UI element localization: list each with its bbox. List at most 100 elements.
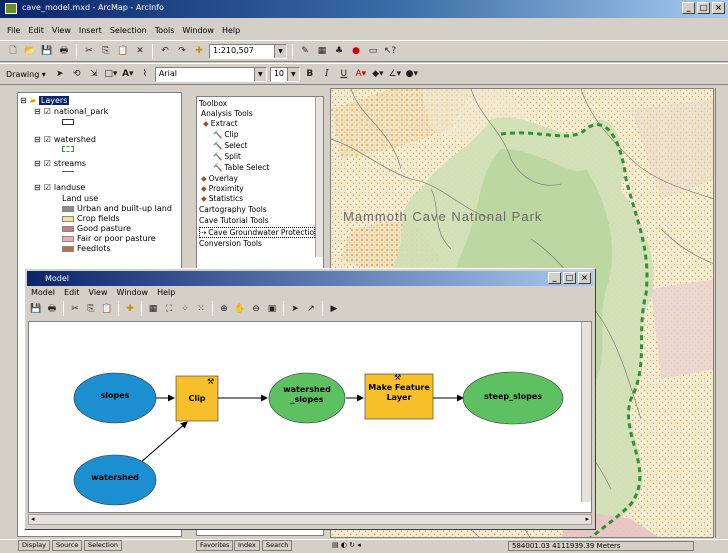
checkbox-icon[interactable]: ☑ bbox=[44, 107, 51, 116]
pan-icon[interactable]: ✋ bbox=[233, 302, 247, 316]
toolbox-item[interactable]: Proximity bbox=[209, 184, 244, 193]
collapse-icon[interactable]: ⊟ bbox=[34, 159, 41, 168]
collapse-icon[interactable]: ⊟ bbox=[34, 107, 41, 116]
add-data-icon[interactable]: ✚ bbox=[192, 44, 206, 58]
auto-layout-icon[interactable]: ▦ bbox=[146, 302, 160, 316]
catalog-icon[interactable]: ♣ bbox=[332, 44, 346, 58]
overview-icon[interactable]: ▣ bbox=[265, 302, 279, 316]
zoom-page-icon[interactable]: ⇲ bbox=[87, 67, 101, 81]
toolbox-item[interactable]: Table Select bbox=[224, 163, 269, 172]
command-line-icon[interactable]: ▭ bbox=[366, 44, 380, 58]
menu-file[interactable]: File bbox=[7, 26, 20, 35]
model-close-button[interactable]: × bbox=[578, 272, 591, 284]
menu-edit[interactable]: Edit bbox=[28, 26, 44, 35]
toolbox-item[interactable]: Clip bbox=[224, 130, 238, 139]
cut-icon[interactable]: ✂ bbox=[68, 302, 82, 316]
collapse-icon[interactable]: ⊟ bbox=[34, 183, 41, 192]
toolbox-item[interactable]: Split bbox=[224, 152, 241, 161]
open-icon[interactable]: 📂 bbox=[23, 44, 37, 58]
drawing-menu[interactable]: Drawing ▾ bbox=[6, 70, 46, 79]
zoom-out-icon[interactable]: ⊖ bbox=[249, 302, 263, 316]
tab-search[interactable]: Search bbox=[262, 540, 293, 551]
chevron-down-icon[interactable]: ▼ bbox=[286, 67, 299, 81]
checkbox-icon[interactable]: ☑ bbox=[44, 183, 51, 192]
spline-text-icon[interactable]: ⌇ bbox=[138, 67, 152, 81]
table-icon[interactable]: ▦ bbox=[315, 44, 329, 58]
delete-icon[interactable]: ✕ bbox=[133, 44, 147, 58]
tab-favorites[interactable]: Favorites bbox=[196, 540, 234, 551]
model-minimize-button[interactable]: _ bbox=[548, 272, 561, 284]
model-horizontal-scrollbar[interactable]: ◂ ▸ bbox=[28, 514, 592, 525]
layer-landuse[interactable]: landuse bbox=[54, 183, 85, 192]
cut-icon[interactable]: ✂ bbox=[82, 44, 96, 58]
chevron-down-icon[interactable]: ▼ bbox=[253, 67, 266, 81]
layout-view-icons[interactable]: ▤ ◐ ↻ ◂ bbox=[332, 541, 361, 549]
toolbox-item[interactable]: Select bbox=[224, 141, 247, 150]
save-icon[interactable]: 💾 bbox=[40, 44, 54, 58]
maximize-button[interactable]: □ bbox=[697, 2, 710, 14]
line-color-icon[interactable]: ∠▾ bbox=[388, 67, 402, 81]
bold-icon[interactable]: B bbox=[303, 67, 317, 81]
run-icon[interactable]: ▶ bbox=[327, 302, 341, 316]
tab-display[interactable]: Display bbox=[18, 540, 50, 551]
toolbox-icon[interactable]: ● bbox=[349, 44, 363, 58]
tab-source[interactable]: Source bbox=[52, 540, 83, 551]
scroll-left-icon[interactable]: ◂ bbox=[31, 515, 35, 523]
toolbox-item[interactable]: Cave Groundwater Protectio bbox=[208, 228, 314, 237]
model-maximize-button[interactable]: □ bbox=[563, 272, 576, 284]
editor-icon[interactable]: ✎ bbox=[298, 44, 312, 58]
collapse-icon[interactable]: ⊟ bbox=[20, 96, 27, 105]
italic-icon[interactable]: I bbox=[320, 67, 334, 81]
model-canvas[interactable]: ⚒ ⚒ slopes watershed Clip watershed _slo… bbox=[28, 321, 592, 513]
close-button[interactable]: × bbox=[712, 2, 725, 14]
layer-national-park[interactable]: national_park bbox=[54, 107, 108, 116]
toolbox-item[interactable]: Cave Tutorial Tools bbox=[199, 216, 269, 225]
print-icon[interactable]: 🖶 bbox=[45, 302, 59, 316]
text-icon[interactable]: A▾ bbox=[121, 67, 135, 81]
tab-index[interactable]: Index bbox=[234, 540, 260, 551]
menu-tools[interactable]: Tools bbox=[155, 26, 175, 35]
select-elements-icon[interactable]: ➤ bbox=[53, 67, 67, 81]
add-data-icon[interactable]: ✚ bbox=[123, 302, 137, 316]
toolbox-item[interactable]: Analysis Tools bbox=[201, 109, 253, 118]
rectangle-icon[interactable]: □▾ bbox=[104, 67, 118, 81]
font-color-icon[interactable]: A▾ bbox=[354, 67, 368, 81]
zoom-out-fixed-icon[interactable]: ⁙ bbox=[194, 302, 208, 316]
copy-icon[interactable]: ⎘ bbox=[99, 44, 113, 58]
layer-streams[interactable]: streams bbox=[54, 159, 86, 168]
zoom-icon[interactable]: ⊕ bbox=[217, 302, 231, 316]
menu-window[interactable]: Window bbox=[182, 26, 214, 35]
toolbox-item[interactable]: Cartography Tools bbox=[199, 205, 267, 214]
rotate-icon[interactable]: ⟲ bbox=[70, 67, 84, 81]
underline-icon[interactable]: U bbox=[337, 67, 351, 81]
copy-icon[interactable]: ⎘ bbox=[84, 302, 98, 316]
new-icon[interactable]: 🗋 bbox=[6, 44, 20, 58]
menu-selection[interactable]: Selection bbox=[110, 26, 147, 35]
checkbox-icon[interactable]: ☑ bbox=[44, 135, 51, 144]
toolbox-item[interactable]: Overlay bbox=[209, 174, 238, 183]
whats-this-icon[interactable]: ↖? bbox=[383, 44, 397, 58]
paste-icon[interactable]: 📋 bbox=[100, 302, 114, 316]
menu-insert[interactable]: Insert bbox=[79, 26, 102, 35]
save-icon[interactable]: 💾 bbox=[29, 302, 43, 316]
collapse-icon[interactable]: ⊟ bbox=[34, 135, 41, 144]
model-menu-view[interactable]: View bbox=[89, 288, 108, 297]
print-icon[interactable]: 🖶 bbox=[57, 44, 71, 58]
menu-view[interactable]: View bbox=[52, 26, 71, 35]
add-connection-icon[interactable]: ↗ bbox=[304, 302, 318, 316]
model-menu-help[interactable]: Help bbox=[157, 288, 175, 297]
marker-color-icon[interactable]: ●▾ bbox=[405, 67, 419, 81]
model-menu-model[interactable]: Model bbox=[31, 288, 55, 297]
tab-selection[interactable]: Selection bbox=[84, 540, 122, 551]
toolbox-item[interactable]: Conversion Tools bbox=[199, 239, 262, 248]
layer-watershed[interactable]: watershed bbox=[54, 135, 96, 144]
font-combo[interactable]: Arial ▼ bbox=[154, 66, 267, 82]
undo-icon[interactable]: ↶ bbox=[158, 44, 172, 58]
chevron-down-icon[interactable]: ▼ bbox=[274, 44, 286, 58]
toolbox-scrollbar[interactable] bbox=[315, 97, 323, 257]
full-extent-icon[interactable]: ⛶ bbox=[162, 302, 176, 316]
toolbox-item[interactable]: Extract bbox=[211, 119, 238, 128]
redo-icon[interactable]: ↷ bbox=[175, 44, 189, 58]
model-menu-window[interactable]: Window bbox=[117, 288, 149, 297]
toolbox-item[interactable]: Statistics bbox=[209, 194, 243, 203]
